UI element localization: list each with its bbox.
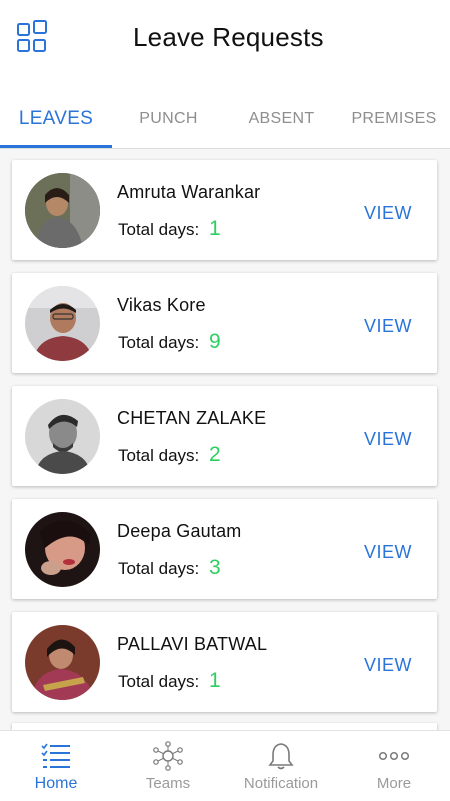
- nav-home[interactable]: Home: [0, 731, 112, 801]
- bottom-navigation: Home Teams Notification More: [0, 730, 450, 801]
- total-days-label: Total days:: [118, 559, 200, 578]
- team-network-icon: [153, 741, 183, 771]
- nav-home-label: Home: [34, 775, 78, 792]
- tab-bar: LEAVES PUNCH ABSENT PREMISES: [0, 90, 450, 149]
- list-item[interactable]: Deepa Gautam Total days: 3 VIEW: [12, 499, 437, 599]
- employee-name: CHETAN ZALAKE: [117, 408, 267, 428]
- list-item[interactable]: CHETAN ZALAKE Total days: 2 VIEW: [12, 386, 437, 486]
- app-header: Leave Requests: [0, 0, 450, 90]
- nav-notification-label: Notification: [243, 775, 319, 792]
- total-days-label: Total days:: [118, 672, 200, 691]
- view-button[interactable]: VIEW: [364, 316, 412, 337]
- total-days-value: 3: [209, 556, 221, 579]
- list-item[interactable]: PALLAVI BATWAL Total days: 1 VIEW: [12, 612, 437, 712]
- avatar: [25, 512, 100, 587]
- total-days-label: Total days:: [118, 220, 200, 239]
- view-button[interactable]: VIEW: [364, 203, 412, 224]
- total-days-value: 2: [209, 443, 221, 466]
- view-button[interactable]: VIEW: [364, 542, 412, 563]
- view-button[interactable]: VIEW: [364, 655, 412, 676]
- nav-teams-label: Teams: [145, 775, 191, 792]
- employee-name: Deepa Gautam: [117, 521, 242, 541]
- total-days-label: Total days:: [118, 446, 200, 465]
- employee-name: PALLAVI BATWAL: [117, 634, 268, 654]
- tab-premises[interactable]: PREMISES: [338, 90, 450, 148]
- list-item[interactable]: Amruta Warankar Total days: 1 VIEW: [12, 160, 437, 260]
- avatar: [25, 625, 100, 700]
- nav-more[interactable]: More: [338, 731, 450, 801]
- list-item[interactable]: Vikas Kore Total days: 9 VIEW: [12, 273, 437, 373]
- total-days-label: Total days:: [118, 333, 200, 352]
- avatar: [25, 286, 100, 361]
- list-icon: [41, 743, 70, 768]
- view-button[interactable]: VIEW: [364, 429, 412, 450]
- grid-menu-icon[interactable]: [16, 20, 52, 56]
- active-tab-indicator: [0, 145, 112, 148]
- nav-teams[interactable]: Teams: [112, 731, 224, 801]
- avatar: [25, 173, 100, 248]
- page-title: Leave Requests: [133, 22, 324, 52]
- total-days-value: 1: [209, 669, 221, 692]
- more-dots-icon: [378, 751, 410, 761]
- tab-absent[interactable]: ABSENT: [225, 90, 338, 148]
- nav-more-label: More: [376, 775, 412, 792]
- avatar: [25, 399, 100, 474]
- nav-notification[interactable]: Notification: [225, 731, 337, 801]
- tab-punch[interactable]: PUNCH: [112, 90, 225, 148]
- employee-name: Amruta Warankar: [117, 182, 261, 202]
- total-days-value: 1: [209, 217, 221, 240]
- employee-name: Vikas Kore: [117, 295, 206, 315]
- tab-leaves[interactable]: LEAVES: [0, 90, 112, 148]
- bell-icon: [268, 743, 294, 770]
- total-days-value: 9: [209, 330, 221, 353]
